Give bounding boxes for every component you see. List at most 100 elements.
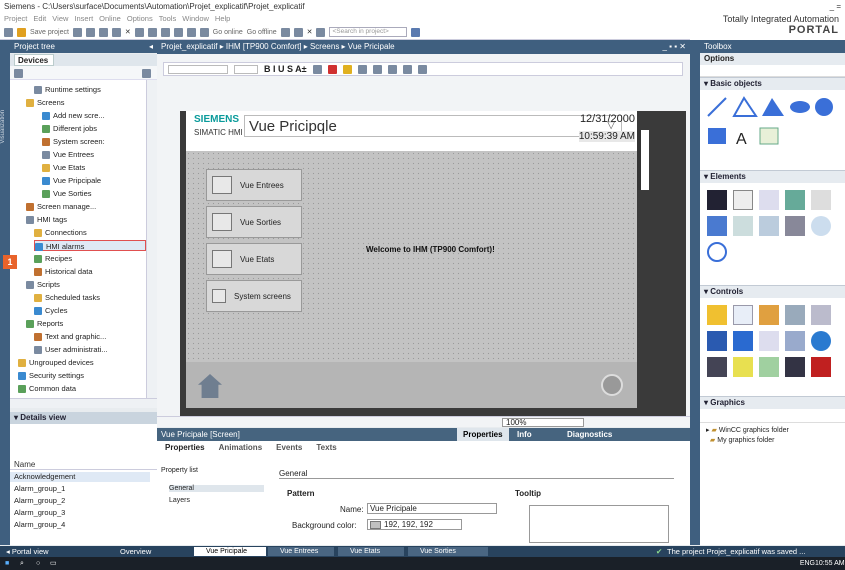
details-row[interactable]: Alarm_group_1 xyxy=(10,484,150,494)
screen-title-field[interactable]: Vue Pricipqle ▽ xyxy=(244,115,622,137)
delete-icon[interactable]: ✕ xyxy=(125,28,131,36)
tree-item[interactable]: User administrati... xyxy=(34,344,146,355)
tooltip-textarea[interactable] xyxy=(529,505,669,543)
tree-item[interactable]: Screen manage... xyxy=(26,201,146,212)
start-cpu-icon[interactable] xyxy=(293,27,303,37)
tree-item[interactable]: Vue Entrees xyxy=(42,149,146,160)
distribute-icon[interactable] xyxy=(372,64,382,74)
upload-icon[interactable] xyxy=(186,27,196,37)
ellipse-icon[interactable] xyxy=(790,101,810,113)
clock-icon[interactable] xyxy=(707,242,727,262)
tree-item[interactable]: Vue Etats xyxy=(42,162,146,173)
font-style-buttons[interactable]: B I U S A± xyxy=(264,64,307,74)
switch-icon[interactable] xyxy=(733,216,753,236)
menu-item[interactable]: Tools xyxy=(159,14,177,23)
simulation-icon[interactable] xyxy=(199,27,209,37)
tree-item[interactable]: Cycles xyxy=(34,305,146,316)
text-field-icon[interactable]: A xyxy=(736,131,747,148)
graphic-view-icon[interactable] xyxy=(759,127,779,145)
compile-icon[interactable] xyxy=(160,27,170,37)
tree-item[interactable]: HMI tags xyxy=(26,214,146,225)
tree-scrollbar[interactable] xyxy=(146,80,157,398)
line-style-icon[interactable] xyxy=(357,64,367,74)
tree-item[interactable]: Recipes xyxy=(34,253,146,264)
name-field[interactable]: Vue Pricipale xyxy=(367,503,497,514)
line-icon[interactable] xyxy=(707,97,727,117)
table-view-icon[interactable] xyxy=(785,331,805,351)
copy-icon[interactable] xyxy=(98,27,108,37)
home-icon[interactable] xyxy=(198,374,222,398)
tab-vue-etats[interactable]: Vue Etats xyxy=(338,547,404,556)
go-offline-button[interactable]: Go offline xyxy=(247,29,277,36)
cortana-icon[interactable]: ○ xyxy=(36,557,40,570)
tab-events[interactable]: Events xyxy=(276,443,302,455)
basic-objects-header[interactable]: ▾ Basic objects xyxy=(700,77,845,90)
symbol-library-icon[interactable] xyxy=(759,216,779,236)
status-force-icon[interactable] xyxy=(707,331,727,351)
pdf-view-icon[interactable] xyxy=(811,357,831,377)
tab-properties[interactable]: Properties xyxy=(165,443,205,455)
tree-view-icon[interactable] xyxy=(14,69,23,78)
undo-icon[interactable] xyxy=(134,27,144,37)
slider-icon[interactable] xyxy=(785,216,805,236)
menu-item[interactable]: Project xyxy=(4,14,27,23)
details-row[interactable]: Alarm_group_4 xyxy=(10,520,150,530)
recipe-view-icon[interactable] xyxy=(811,305,831,325)
tree-item[interactable]: Reports xyxy=(26,318,146,329)
tab-vue-entrees[interactable]: Vue Entrees xyxy=(268,547,334,556)
menu-item[interactable]: Help xyxy=(215,14,230,23)
tree-item[interactable]: Screens xyxy=(26,97,146,108)
vue-sorties-button[interactable]: Vue Sorties xyxy=(206,206,302,238)
video-icon[interactable] xyxy=(785,357,805,377)
polyline-icon[interactable] xyxy=(732,96,758,117)
new-project-icon[interactable] xyxy=(4,27,13,37)
details-row[interactable]: Alarm_group_2 xyxy=(10,496,150,506)
tree-hscrollbar[interactable] xyxy=(10,398,157,408)
portal-view-link[interactable]: ◂ Portal view xyxy=(6,546,49,557)
system-screens-button[interactable]: System screens xyxy=(206,280,302,312)
download-icon[interactable] xyxy=(173,27,183,37)
redo-icon[interactable] xyxy=(147,27,157,37)
tree-item[interactable]: Connections xyxy=(34,227,146,238)
align-icon[interactable] xyxy=(312,64,322,74)
window-controls[interactable]: _ = xyxy=(830,0,841,13)
details-row[interactable]: Alarm_group_3 xyxy=(10,508,150,518)
sysdiag-view-icon[interactable] xyxy=(733,331,753,351)
tab-vue-sorties[interactable]: Vue Sorties xyxy=(408,547,488,556)
elements-header[interactable]: ▾ Elements xyxy=(700,170,845,183)
property-layers[interactable]: Layers xyxy=(169,497,190,504)
menu-item[interactable]: Edit xyxy=(33,14,46,23)
task-view-icon[interactable]: ▭ xyxy=(50,557,57,570)
line-color-icon[interactable] xyxy=(342,64,352,74)
power-icon[interactable] xyxy=(601,374,623,396)
rectangle-icon[interactable] xyxy=(708,128,726,144)
html-browser-icon[interactable] xyxy=(785,305,805,325)
property-general[interactable]: General xyxy=(169,485,264,492)
vue-etats-button[interactable]: Vue Etats xyxy=(206,243,302,275)
tree-item[interactable]: Common data xyxy=(18,383,146,394)
options-header[interactable]: Options xyxy=(700,53,845,65)
tree-item[interactable]: Runtime settings xyxy=(34,84,146,95)
search-in-project-input[interactable]: <Search in project> xyxy=(329,27,408,37)
tab-animations[interactable]: Animations xyxy=(219,443,263,455)
save-project-button[interactable]: Save project xyxy=(30,29,69,36)
font-size-select[interactable] xyxy=(234,64,258,74)
menu-item[interactable]: Options xyxy=(127,14,153,23)
tab-devices[interactable]: Devices xyxy=(14,54,54,66)
overview-tab[interactable]: Overview xyxy=(120,546,151,557)
breadcrumb[interactable]: Projet_explicatif ▸ IHM [TP900 Comfort] … xyxy=(161,42,395,51)
graphic-io-icon[interactable] xyxy=(785,190,805,210)
tab-properties-top[interactable]: Properties xyxy=(457,428,509,441)
plc-code-view-icon[interactable] xyxy=(707,357,727,377)
print-icon[interactable] xyxy=(72,27,82,37)
paste-icon[interactable] xyxy=(111,27,121,37)
channel-diag-icon[interactable] xyxy=(759,357,779,377)
rotate-icon[interactable] xyxy=(417,64,427,74)
tree-item[interactable]: Vue Sorties xyxy=(42,188,146,199)
zoom-select[interactable]: 100% xyxy=(502,418,584,427)
symbolic-io-icon[interactable] xyxy=(759,190,779,210)
tree-item[interactable]: Different jobs xyxy=(42,123,146,134)
controls-header[interactable]: ▾ Controls xyxy=(700,285,845,298)
tab-info[interactable]: Info xyxy=(517,428,532,441)
tree-item[interactable]: System screen: xyxy=(42,136,146,147)
